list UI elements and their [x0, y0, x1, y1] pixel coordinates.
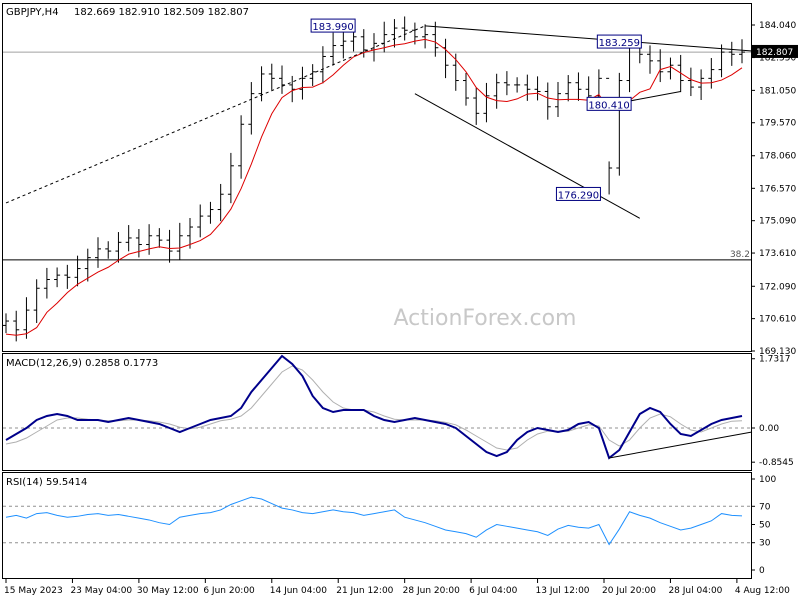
time-tick-label: 15 May 2023 [4, 586, 63, 596]
price-annotation: 183.990 [310, 18, 356, 33]
price-tick-label: 175.090 [759, 217, 796, 227]
time-tick-label: 28 Jun 20:00 [403, 586, 460, 596]
price-tick-label: 170.610 [759, 315, 796, 325]
price-tick-label: 184.040 [759, 21, 796, 31]
price-tick-label: 172.090 [759, 282, 796, 292]
price-header-symbol: GBPJPY,H4 [6, 7, 59, 18]
price-tick-label: 173.610 [759, 249, 796, 259]
time-tick-label: 14 Jun 04:00 [270, 586, 327, 596]
price-tick-label: 181.050 [759, 86, 796, 96]
price-tick-label: 176.570 [759, 184, 796, 194]
fib-label: 38.2 [730, 250, 750, 260]
annotation-label: 176.290 [558, 190, 599, 201]
time-tick-label: 28 Jul 04:00 [668, 586, 722, 596]
gbpjpy-chart: ActionForex.com 38.2 183.990 183.259 180.41… [0, 0, 800, 600]
rsi-tick-label: 100 [759, 475, 776, 485]
annotation-label: 183.259 [599, 38, 640, 49]
time-tick-label: 4 Aug 12:00 [735, 586, 790, 596]
rsi-header: RSI(14) 59.5414 [6, 477, 87, 488]
price-panel [2, 3, 752, 352]
macd-tick-label: -0.8545 [759, 458, 794, 468]
price-header-ohlc: 182.669 182.910 182.509 182.807 [74, 7, 249, 18]
rsi-tick-label: 70 [759, 502, 771, 512]
price-annotation: 176.290 [555, 186, 601, 201]
time-tick-label: 30 May 12:00 [137, 586, 199, 596]
macd-tick-label: 0.00 [759, 424, 779, 434]
annotation-label: 180.410 [588, 100, 629, 111]
annotation-label: 183.990 [312, 22, 353, 33]
rsi-panel [2, 472, 752, 579]
time-tick-label: 23 May 04:00 [70, 586, 132, 596]
rsi-tick-label: 30 [759, 539, 771, 549]
price-tick-label: 179.570 [759, 119, 796, 129]
macd-tick-label: 1.7317 [759, 355, 791, 365]
current-price-label: 182.807 [756, 48, 793, 58]
rsi-tick-label: 50 [759, 521, 771, 531]
time-tick-label: 20 Jul 20:00 [602, 586, 656, 596]
rsi-tick-label: 0 [759, 566, 765, 576]
price-annotation: 183.259 [596, 34, 642, 49]
time-tick-label: 21 Jun 12:00 [336, 586, 393, 596]
time-tick-label: 6 Jul 04:00 [469, 586, 518, 596]
time-tick-label: 6 Jun 20:00 [203, 586, 255, 596]
price-tick-label: 178.060 [759, 152, 796, 162]
macd-header: MACD(12,26,9) 0.2858 0.1773 [6, 358, 158, 369]
price-annotation: 180.410 [586, 96, 632, 111]
time-tick-label: 13 Jul 12:00 [536, 586, 590, 596]
watermark: ActionForex.com [394, 306, 577, 331]
